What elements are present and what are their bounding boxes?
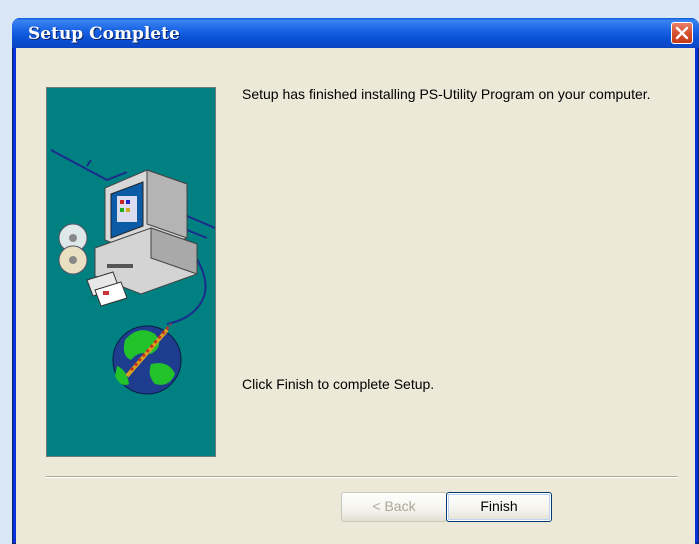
install-complete-message: Setup has finished installing PS-Utility…	[242, 86, 651, 102]
setup-dialog: Setup Complete Setup has finished instal…	[12, 18, 699, 544]
setup-illustration-panel	[46, 87, 216, 457]
window-title: Setup Complete	[28, 24, 180, 44]
finish-button[interactable]: Finish	[446, 492, 552, 522]
computer-install-illustration	[50, 149, 216, 395]
back-button[interactable]: < Back	[341, 492, 447, 522]
title-bar[interactable]: Setup Complete	[12, 18, 699, 48]
close-button[interactable]	[671, 22, 693, 44]
finish-instruction: Click Finish to complete Setup.	[242, 376, 435, 392]
close-icon	[675, 26, 689, 40]
dialog-content: Setup has finished installing PS-Utility…	[16, 48, 695, 544]
divider	[46, 476, 678, 478]
